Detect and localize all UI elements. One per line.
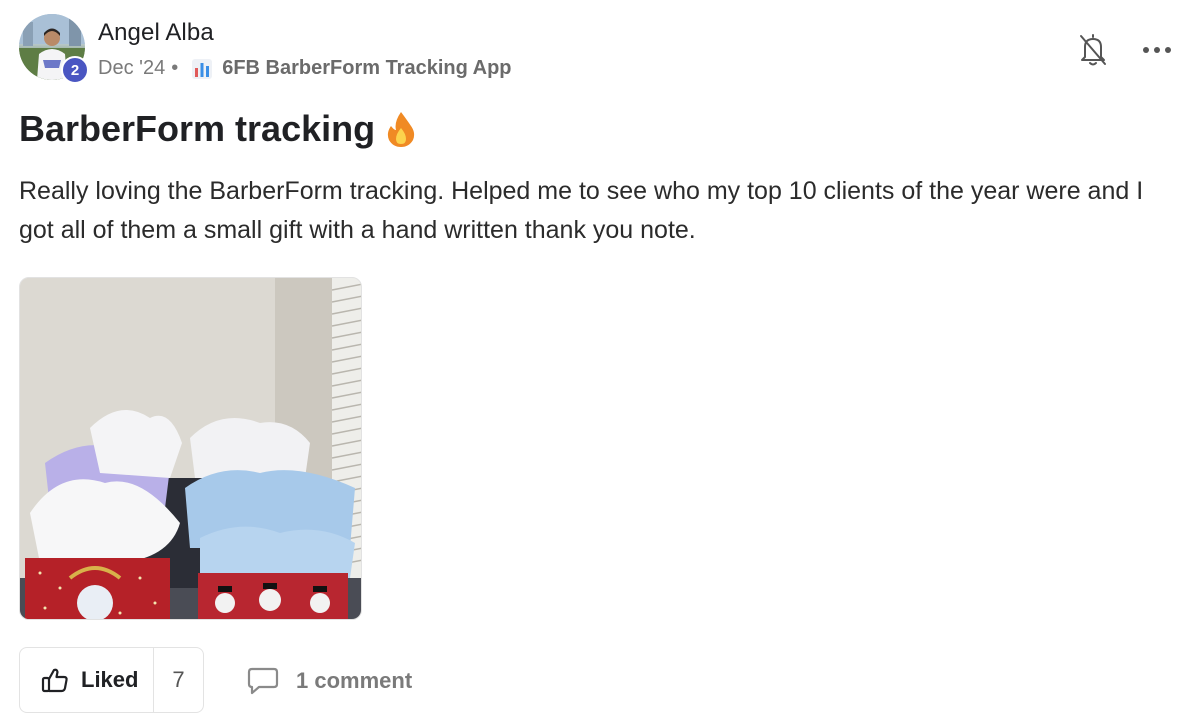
header-actions xyxy=(1077,32,1172,68)
post-date[interactable]: Dec '24 xyxy=(98,57,165,80)
post-body: Really loving the BarberForm tracking. H… xyxy=(19,177,1144,244)
more-horizontal-icon[interactable] xyxy=(1142,32,1172,68)
post-image[interactable] xyxy=(19,277,362,620)
comment-label: 1 comment xyxy=(296,668,413,693)
post-category[interactable]: 6FB BarberForm Tracking App xyxy=(222,57,511,80)
like-button[interactable]: Liked xyxy=(20,648,154,712)
thumbs-up-icon xyxy=(41,666,69,694)
like-count[interactable]: 7 xyxy=(154,667,203,693)
bar-chart-icon xyxy=(192,58,213,80)
like-group: Liked 7 xyxy=(19,647,204,713)
author-avatar[interactable]: 2 xyxy=(19,14,89,84)
meta-separator: • xyxy=(171,57,179,79)
post-meta: Dec '24 • 6FB BarberForm Tracking App xyxy=(98,57,512,80)
like-label: Liked xyxy=(81,667,139,692)
post-card: 2 Angel Alba Dec '24 • 6FB BarberForm Tr… xyxy=(0,0,1200,713)
author-name[interactable]: Angel Alba xyxy=(98,19,214,47)
post-title-text: BarberForm tracking xyxy=(19,108,376,149)
fire-icon xyxy=(385,110,417,148)
level-badge: 2 xyxy=(61,56,89,84)
comment-icon xyxy=(247,666,279,696)
post-title[interactable]: BarberForm tracking xyxy=(19,108,417,150)
bell-off-icon[interactable] xyxy=(1077,32,1109,68)
comment-button[interactable]: 1 comment xyxy=(247,664,412,698)
